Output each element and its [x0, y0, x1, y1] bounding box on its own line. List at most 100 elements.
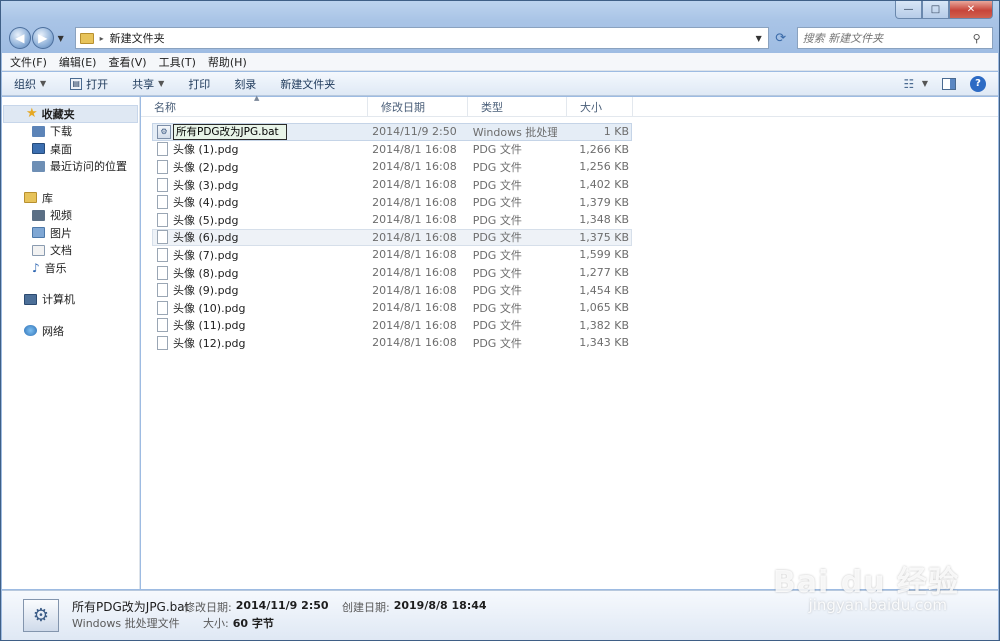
nav-documents[interactable]: 文档	[2, 242, 139, 260]
table-row[interactable]: 头像 (2).pdg 2014/8/1 16:08 PDG 文件 1,256 K…	[152, 158, 632, 176]
search-input[interactable]	[802, 31, 973, 45]
breadcrumb-current-folder[interactable]: 新建文件夹	[110, 30, 165, 46]
nav-libraries[interactable]: 库	[2, 189, 139, 207]
network-group: 网络	[2, 322, 139, 340]
file-type-cell: PDG 文件	[472, 143, 522, 157]
new-folder-button[interactable]: 新建文件夹	[280, 76, 335, 92]
table-row[interactable]: 头像 (3).pdg 2014/8/1 16:08 PDG 文件 1,402 K…	[152, 176, 632, 194]
table-row[interactable]: 头像 (11).pdg 2014/8/1 16:08 PDG 文件 1,382 …	[152, 317, 632, 335]
back-button[interactable]: ◀	[9, 27, 31, 49]
search-icon[interactable]: ⚲	[973, 32, 981, 45]
column-date-label: 修改日期	[381, 101, 425, 114]
menu-help[interactable]: 帮助(H)	[208, 54, 247, 70]
nav-recent-label: 最近访问的位置	[50, 160, 127, 174]
file-date-cell: 2014/8/1 16:08	[372, 230, 457, 244]
menu-view[interactable]: 查看(V)	[108, 54, 146, 70]
file-size-cell: 1 KB	[603, 125, 630, 139]
preview-pane-icon[interactable]	[942, 77, 956, 90]
file-name: 头像 (11).pdg	[173, 319, 246, 333]
nav-desktop-label: 桌面	[50, 142, 72, 156]
file-size-cell: 1,454 KB	[579, 283, 630, 297]
file-type-cell: PDG 文件	[472, 213, 522, 227]
nav-music[interactable]: ♪ 音乐	[2, 259, 139, 277]
computer-icon	[24, 293, 37, 305]
file-date-cell: 2014/8/1 16:08	[372, 248, 457, 262]
file-icon	[157, 230, 168, 245]
table-row[interactable]: 头像 (8).pdg 2014/8/1 16:08 PDG 文件 1,277 K…	[152, 264, 632, 282]
table-row[interactable]: 头像 (12).pdg 2014/8/1 16:08 PDG 文件 1,343 …	[152, 334, 632, 352]
menu-file[interactable]: 文件(F)	[10, 54, 47, 70]
view-options-icon[interactable]: ☷	[896, 75, 922, 93]
open-button[interactable]: ▤ 打开	[70, 76, 108, 92]
file-name: 头像 (1).pdg	[173, 143, 239, 157]
details-size-label: 大小:	[203, 617, 229, 630]
column-header-name[interactable]: ▲ 名称	[141, 94, 368, 117]
refresh-icon[interactable]: ⟳	[771, 27, 791, 49]
share-button[interactable]: 共享 ▼	[132, 76, 164, 92]
column-header-type[interactable]: 类型	[468, 97, 567, 117]
chevron-down-icon: ▼	[40, 79, 47, 88]
menu-edit[interactable]: 编辑(E)	[59, 54, 97, 70]
maximize-button[interactable]: □	[922, 1, 949, 19]
breadcrumb-separator-icon[interactable]: ▸	[100, 34, 104, 43]
recent-pages-chevron-icon[interactable]: ▼	[58, 34, 68, 43]
burn-label: 刻录	[234, 77, 257, 91]
nav-desktop[interactable]: 桌面	[2, 140, 139, 158]
nav-recent-places[interactable]: 最近访问的位置	[2, 158, 139, 176]
nav-computer[interactable]: 计算机	[2, 291, 139, 309]
burn-button[interactable]: 刻录	[234, 76, 256, 92]
menu-tools[interactable]: 工具(T)	[159, 54, 196, 70]
table-row[interactable]: 头像 (6).pdg 2014/8/1 16:08 PDG 文件 1,375 K…	[152, 228, 632, 247]
print-button[interactable]: 打印	[188, 76, 210, 92]
computer-group: 计算机	[2, 291, 139, 309]
column-header-date[interactable]: 修改日期	[368, 97, 468, 117]
details-created-label: 创建日期:	[342, 601, 390, 614]
file-name-cell: 头像 (8).pdg	[153, 265, 360, 281]
table-row[interactable]: 头像 (10).pdg 2014/8/1 16:08 PDG 文件 1,065 …	[152, 299, 632, 317]
file-name-cell: 头像 (10).pdg	[153, 300, 360, 316]
file-type-cell: PDG 文件	[472, 301, 522, 315]
file-name: 头像 (6).pdg	[173, 231, 239, 245]
chevron-down-icon[interactable]: ▼	[922, 79, 928, 88]
nav-downloads[interactable]: 下载	[2, 123, 139, 141]
nav-music-label: 音乐	[44, 261, 67, 275]
file-size-cell: 1,402 KB	[579, 178, 630, 192]
nav-pictures-label: 图片	[50, 226, 72, 240]
file-icon	[157, 265, 168, 280]
table-row[interactable]: 头像 (1).pdg 2014/8/1 16:08 PDG 文件 1,266 K…	[152, 141, 632, 159]
help-icon[interactable]: ?	[970, 75, 986, 92]
address-bar[interactable]: ▸ 新建文件夹 ▼	[74, 27, 769, 49]
table-row[interactable]: 头像 (5).pdg 2014/8/1 16:08 PDG 文件 1,348 K…	[152, 211, 632, 229]
favorites-group: ★ 收藏夹 下载 桌面 最近访问的位置	[2, 105, 139, 175]
column-headers: ▲ 名称 修改日期 类型 大小	[141, 94, 998, 117]
nav-network-label: 网络	[42, 324, 64, 338]
rename-input[interactable]: 所有PDG改为JPG.bat	[173, 123, 287, 140]
file-name: 头像 (4).pdg	[173, 196, 239, 210]
organize-button[interactable]: 组织 ▼	[14, 76, 46, 92]
nav-pictures[interactable]: 图片	[2, 224, 139, 242]
column-header-size[interactable]: 大小	[567, 97, 633, 117]
nav-favorites[interactable]: ★ 收藏夹	[3, 105, 138, 123]
address-history-chevron-icon[interactable]: ▼	[756, 34, 762, 43]
table-row[interactable]: 头像 (4).pdg 2014/8/1 16:08 PDG 文件 1,379 K…	[152, 193, 632, 211]
file-name-cell: 头像 (12).pdg	[153, 335, 360, 351]
forward-button[interactable]: ▶	[31, 27, 54, 49]
column-type-label: 类型	[481, 101, 503, 114]
file-size-cell: 1,256 KB	[579, 160, 630, 174]
table-row[interactable]: 头像 (9).pdg 2014/8/1 16:08 PDG 文件 1,454 K…	[152, 281, 632, 299]
batch-file-large-icon: ⚙	[23, 599, 59, 632]
search-box[interactable]: ⚲	[796, 27, 993, 49]
file-icon	[157, 335, 168, 350]
nav-videos[interactable]: 视频	[2, 207, 139, 225]
share-label: 共享	[132, 77, 155, 91]
table-row[interactable]: ⚙ 所有PDG改为JPG.bat 2014/11/9 2:50 Windows …	[152, 123, 632, 141]
nav-computer-label: 计算机	[42, 293, 75, 307]
file-size-cell: 1,348 KB	[579, 213, 630, 227]
file-date-cell: 2014/8/1 16:08	[372, 283, 457, 297]
details-size: 大小: 60 字节	[203, 615, 274, 631]
close-button[interactable]: ✕	[949, 1, 993, 19]
minimize-button[interactable]: —	[895, 1, 922, 19]
table-row[interactable]: 头像 (7).pdg 2014/8/1 16:08 PDG 文件 1,599 K…	[152, 246, 632, 264]
nav-network[interactable]: 网络	[2, 322, 139, 340]
file-list-pane: ▲ 名称 修改日期 类型 大小 ⚙ 所有PDG改为JPG.bat 2014/11…	[141, 94, 998, 589]
